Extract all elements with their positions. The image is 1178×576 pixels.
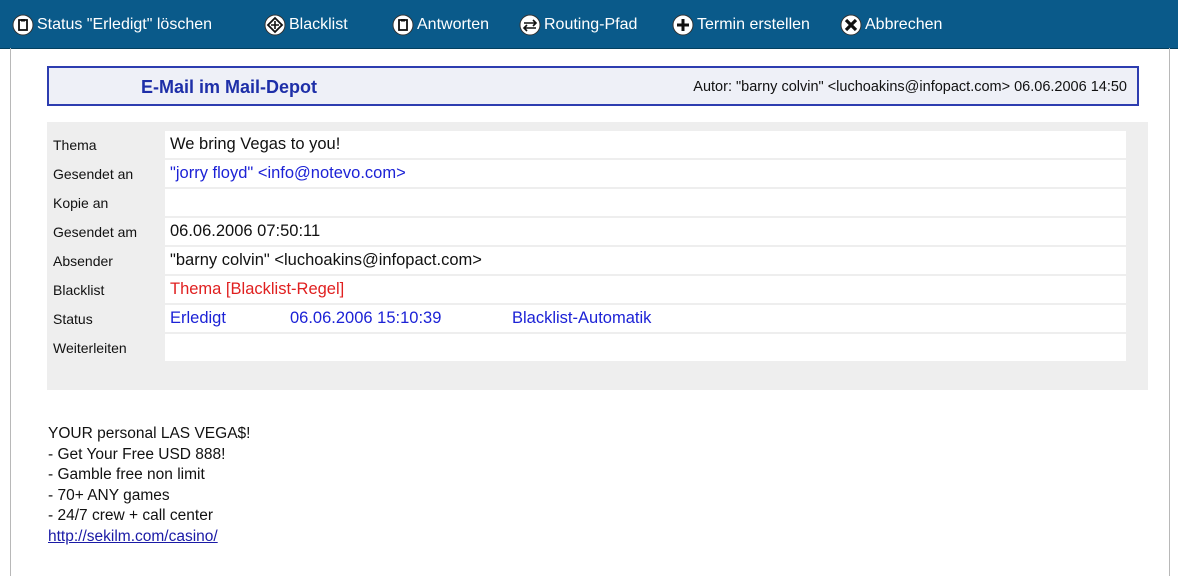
to-label: Gesendet an [53, 166, 134, 182]
cancel-icon [840, 14, 862, 36]
clipboard-icon [12, 14, 34, 36]
cc-label: Kopie an [53, 195, 109, 211]
blacklist-row-label: Blacklist [53, 282, 105, 298]
routing-path-label: Routing-Pfad [544, 16, 638, 33]
status-field: Erledigt 06.06.2006 15:10:39 Blacklist-A… [165, 305, 1126, 332]
create-appointment-button[interactable]: Termin erstellen [672, 13, 810, 37]
sender-label: Absender [53, 253, 113, 269]
info-row-to: Gesendet an "jorry floyd" <info@notevo.c… [47, 160, 1148, 189]
body-line: - 70+ ANY games [48, 486, 170, 504]
mail-body: YOUR personal LAS VEGA$! - Get Your Free… [48, 424, 250, 547]
routing-arrows-icon [519, 14, 541, 36]
routing-path-button[interactable]: Routing-Pfad [519, 13, 637, 37]
reply-label: Antworten [417, 16, 490, 33]
page-title: E-Mail im Mail-Depot [141, 77, 318, 97]
info-row-sender: Absender "barny colvin" <luchoakins@info… [47, 247, 1148, 276]
info-row-forward: Weiterleiten [47, 334, 1148, 363]
cancel-button[interactable]: Abbrechen [840, 13, 942, 37]
info-row-sent: Gesendet am 06.06.2006 07:50:11 [47, 218, 1148, 247]
blacklist-rule-link[interactable]: Thema [Blacklist-Regel] [170, 280, 344, 299]
subject-field: We bring Vegas to you! [165, 131, 1126, 158]
info-row-blacklist: Blacklist Thema [Blacklist-Regel] [47, 276, 1148, 305]
status-date: 06.06.2006 15:10:39 [290, 309, 442, 327]
mail-header: E-Mail im Mail-Depot Autor: "barny colvi… [47, 66, 1139, 106]
author-meta: Autor: "barny colvin" <luchoakins@infopa… [693, 79, 1127, 95]
body-line: - Get Your Free USD 888! [48, 445, 226, 463]
sent-label: Gesendet am [53, 224, 138, 240]
mail-info-panel: Thema We bring Vegas to you! Gesendet an… [47, 122, 1148, 390]
body-line: YOUR personal LAS VEGA$! [48, 425, 251, 442]
status-by: Blacklist-Automatik [512, 309, 652, 327]
status-value: Erledigt [170, 309, 226, 327]
cc-field [165, 189, 1126, 216]
to-value-link[interactable]: "jorry floyd" <info@notevo.com> [170, 164, 406, 183]
plus-icon [672, 14, 694, 36]
cancel-label: Abbrechen [865, 16, 943, 33]
body-link[interactable]: http://sekilm.com/casino/ [48, 527, 250, 548]
diamond-arrows-icon [264, 14, 286, 36]
subject-value: We bring Vegas to you! [170, 135, 341, 153]
sender-value: "barny colvin" <luchoakins@infopact.com> [170, 251, 482, 269]
reply-button[interactable]: Antworten [392, 13, 489, 37]
body-line: - Gamble free non limit [48, 466, 205, 483]
clear-status-button[interactable]: Status "Erledigt" löschen [12, 13, 212, 37]
blacklist-field: Thema [Blacklist-Regel] [165, 276, 1126, 303]
toolbar: Status "Erledigt" löschen Blacklist Antw… [0, 0, 1178, 49]
forward-field [165, 334, 1126, 361]
sender-field: "barny colvin" <luchoakins@infopact.com> [165, 247, 1126, 274]
reply-icon [392, 14, 414, 36]
create-appointment-label: Termin erstellen [697, 16, 810, 33]
blacklist-label: Blacklist [289, 16, 348, 33]
info-row-status: Status Erledigt 06.06.2006 15:10:39 Blac… [47, 305, 1148, 334]
body-line: - 24/7 crew + call center [48, 507, 213, 524]
status-label: Status [53, 311, 93, 327]
blacklist-button[interactable]: Blacklist [264, 13, 348, 37]
clear-status-label: Status "Erledigt" löschen [37, 16, 213, 33]
info-row-cc: Kopie an [47, 189, 1148, 218]
forward-label: Weiterleiten [53, 340, 127, 356]
subject-label: Thema [53, 137, 97, 153]
sent-field: 06.06.2006 07:50:11 [165, 218, 1126, 245]
info-row-subject: Thema We bring Vegas to you! [47, 131, 1148, 160]
sent-value: 06.06.2006 07:50:11 [170, 222, 321, 240]
to-field: "jorry floyd" <info@notevo.com> [165, 160, 1126, 187]
